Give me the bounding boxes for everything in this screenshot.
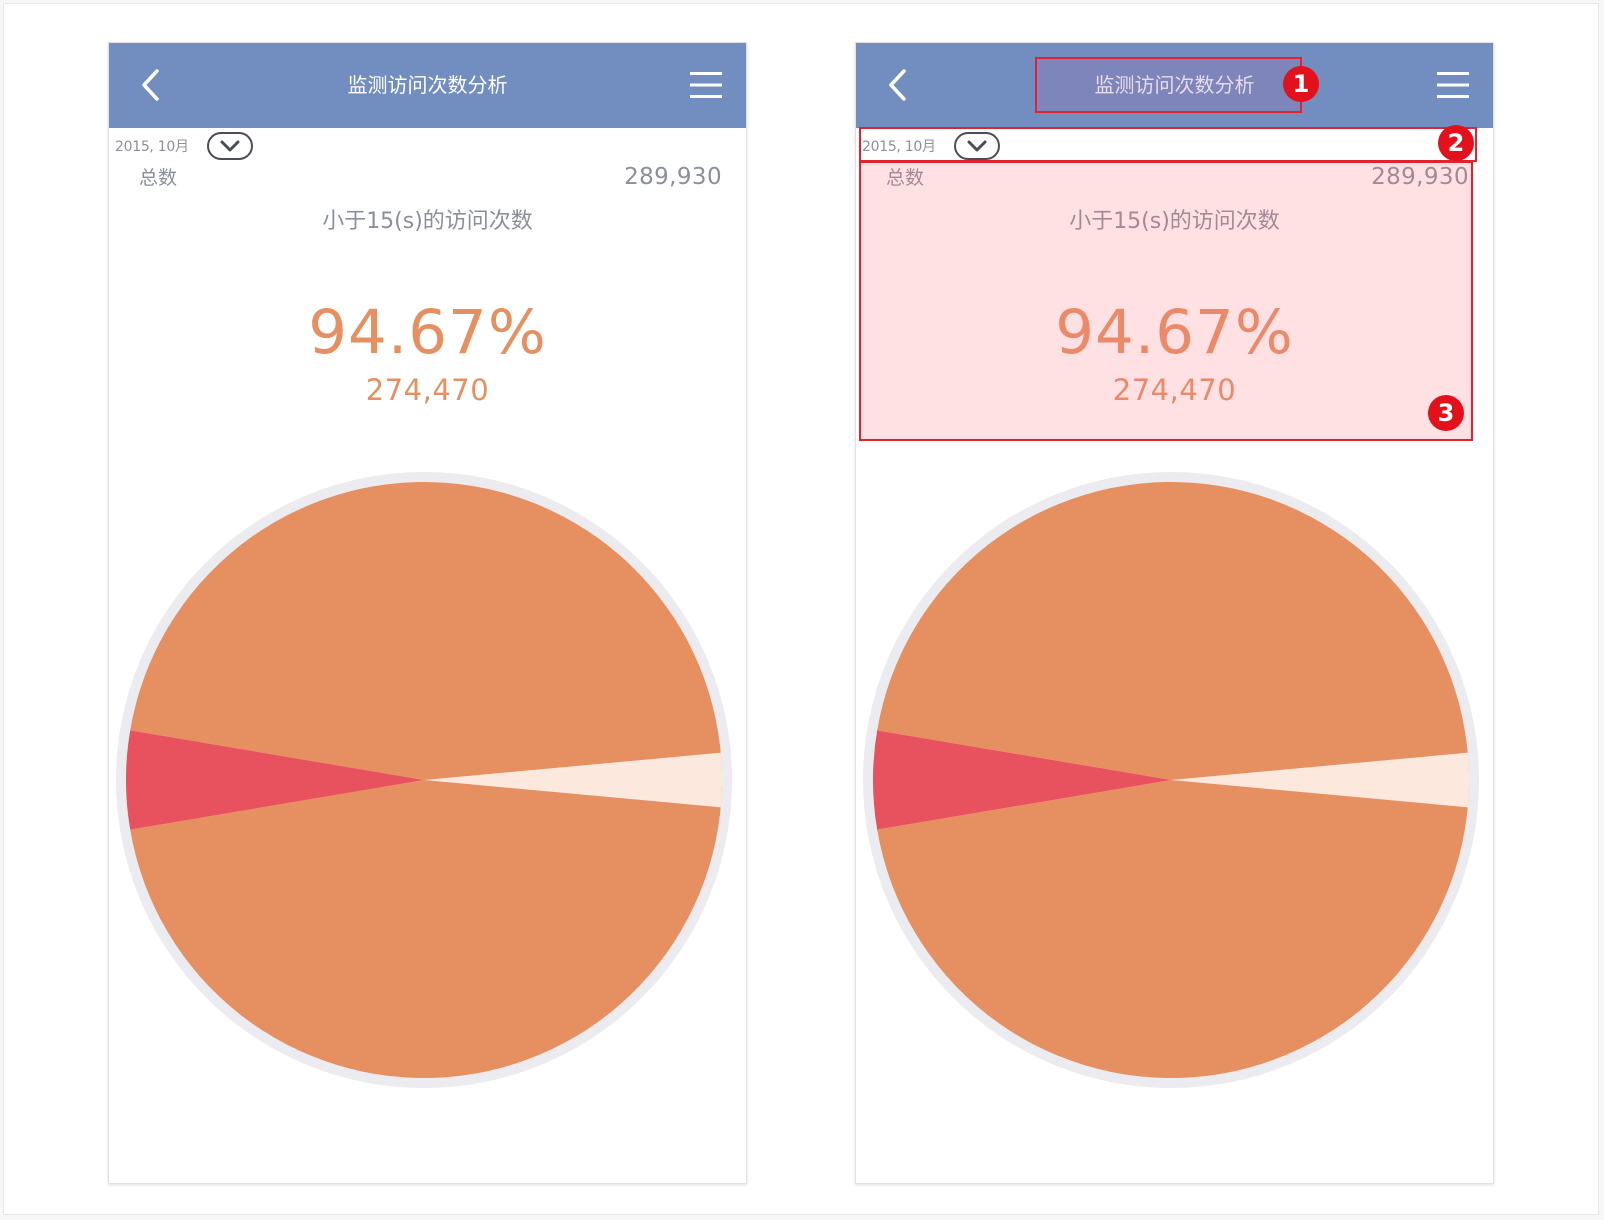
metric-subtitle: 小于15(s)的访问次数 [322, 209, 533, 234]
chevron-down-icon [220, 140, 240, 152]
hamburger-menu-icon [690, 72, 722, 98]
pie-slice-main [130, 482, 722, 780]
back-button[interactable] [876, 63, 920, 107]
total-label: 总数 [139, 167, 178, 189]
phone-screen-left: 监测访问次数分析 2015, 10月 总数 289,930 小于15(s)的访问… [108, 42, 747, 1184]
pie-chart [863, 472, 1479, 1088]
page-title: 监测访问次数分析 [347, 73, 508, 97]
metric-count: 274,470 [365, 373, 490, 407]
menu-button[interactable] [688, 67, 724, 103]
app-header: 监测访问次数分析 [109, 43, 746, 128]
pie-chart [116, 472, 732, 1088]
pie-slice-main [877, 482, 1469, 780]
menu-button[interactable] [1435, 67, 1471, 103]
date-dropdown-button[interactable] [206, 132, 253, 160]
back-button[interactable] [129, 63, 173, 107]
annotation-box-summary [859, 161, 1473, 441]
metric-percent: 94.67% [308, 297, 547, 368]
annotation-badge-1: 1 [1283, 66, 1319, 102]
total-value: 289,930 [624, 164, 722, 190]
phone-screen-right: 监测访问次数分析 2015, 10月 总数 289,930 小于15(s)的访问… [855, 42, 1494, 1184]
chevron-left-icon [142, 69, 159, 101]
annotation-box-date [859, 127, 1477, 162]
annotation-badge-2: 2 [1438, 125, 1474, 161]
hamburger-menu-icon [1437, 72, 1469, 98]
pie-slice-main [877, 780, 1469, 1078]
date-label: 2015, 10月 [115, 139, 189, 155]
chevron-left-icon [889, 69, 906, 101]
annotation-box-title [1035, 57, 1302, 113]
pie-slice-main [130, 780, 722, 1078]
annotation-badge-3: 3 [1428, 395, 1464, 431]
date-selector: 2015, 10月 [115, 131, 253, 161]
